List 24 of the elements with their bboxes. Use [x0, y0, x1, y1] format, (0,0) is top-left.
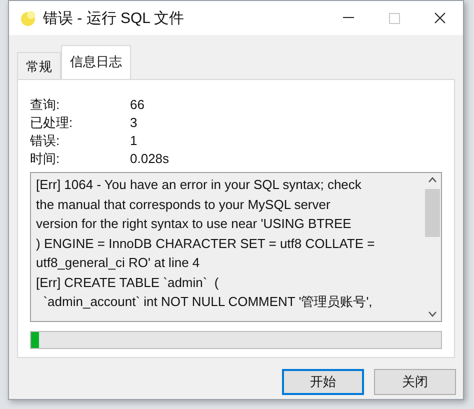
close-dialog-button[interactable]: 关闭 — [374, 369, 456, 395]
log-line: [Err] 1064 - You have an error in your SQL syntax; check — [36, 176, 362, 194]
scroll-thumb[interactable] — [425, 189, 440, 237]
minimize-icon[interactable] — [342, 17, 354, 19]
stat-label: 已处理: — [30, 114, 74, 132]
tab[interactable]: 常规 — [17, 52, 61, 79]
stat-label: 时间: — [30, 150, 61, 168]
stat-value: 66 — [130, 96, 146, 114]
log-line: the manual that corresponds to your MySQL server — [36, 196, 330, 214]
log-line: ) ENGINE = InnoDB CHARACTER SET = utf8 COLLATE = — [36, 234, 375, 253]
stat-label: 错误: — [30, 132, 61, 150]
stat-value: 3 — [130, 114, 138, 132]
close-icon[interactable] — [434, 12, 446, 24]
window-title: 错误 - 运行 SQL 文件 — [43, 8, 186, 28]
log-line: version for the right syntax to use near 'USING BTREE — [36, 215, 352, 233]
tab[interactable]: 信息日志 — [61, 45, 131, 79]
app-icon — [19, 9, 37, 27]
log-line: [Err] CREATE TABLE `admin` ( — [36, 274, 219, 292]
log-line: `admin_account` int NOT NULL COMMENT '管理员账号', — [42, 293, 372, 311]
stat-label: 查询: — [30, 96, 61, 114]
stat-value: 1 — [130, 132, 138, 150]
log-line: utf8_general_ci RO' at line 4 — [36, 254, 200, 272]
stat-value: 0.028s — [130, 150, 170, 168]
start-button[interactable]: 开始 — [282, 369, 364, 395]
